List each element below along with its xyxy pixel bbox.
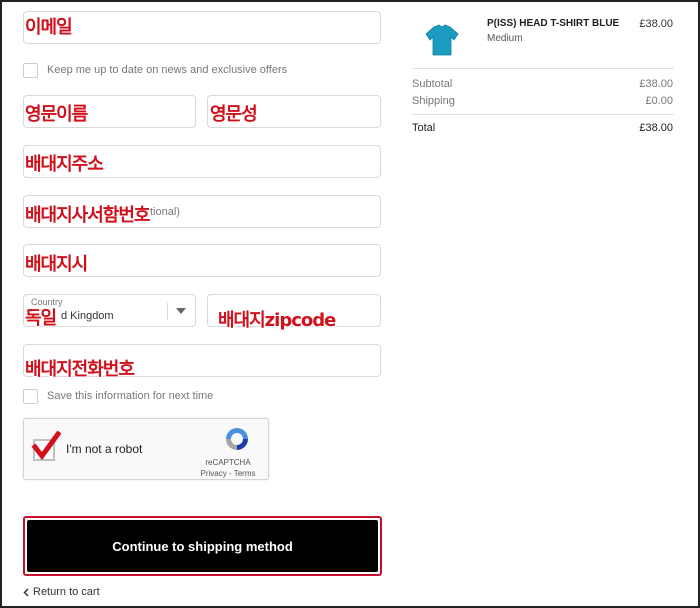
save-info-label: Save this information for next time xyxy=(47,390,214,402)
select-divider xyxy=(167,303,168,320)
apartment-annotation: 배대지사서함번호 xyxy=(25,205,150,226)
product-thumbnail xyxy=(418,17,466,65)
summary-divider-bottom xyxy=(412,114,674,115)
tshirt-icon xyxy=(425,24,459,56)
chevron-down-icon xyxy=(176,308,186,314)
apartment-placeholder: tional) xyxy=(150,206,180,218)
recaptcha-widget: I'm not a robot reCAPTCHA Privacy - Term… xyxy=(23,418,269,480)
return-to-cart-label: Return to cart xyxy=(33,586,100,598)
return-to-cart-link[interactable]: Return to cart xyxy=(23,586,100,598)
product-variant: Medium xyxy=(487,33,523,44)
save-info-checkbox[interactable] xyxy=(23,389,38,404)
email-field[interactable] xyxy=(23,11,381,44)
last-name-annotation: 영문성 xyxy=(210,104,258,125)
newsletter-checkbox[interactable] xyxy=(23,63,38,78)
country-annotation: 독일 xyxy=(25,308,57,329)
recaptcha-brand: reCAPTCHA xyxy=(205,458,251,467)
country-value: d Kingdom xyxy=(61,310,114,322)
product-name: P(ISS) HEAD T-SHIRT BLUE xyxy=(487,18,620,29)
postcode-annotation: 배대지zipcode xyxy=(218,310,336,331)
email-annotation: 이메일 xyxy=(25,17,73,38)
product-price: £38.00 xyxy=(639,18,673,30)
shipping-value: £0.00 xyxy=(645,95,673,107)
shipping-label: Shipping xyxy=(412,95,455,107)
summary-divider-top xyxy=(412,68,674,69)
subtotal-label: Subtotal xyxy=(412,78,453,90)
continue-button[interactable]: Continue to shipping method xyxy=(27,520,378,572)
recaptcha-label: I'm not a robot xyxy=(66,442,143,456)
address-annotation: 배대지주소 xyxy=(25,154,104,175)
first-name-annotation: 영문이름 xyxy=(25,104,88,125)
recaptcha-logo-icon xyxy=(226,428,248,450)
newsletter-label: Keep me up to date on news and exclusive… xyxy=(47,64,288,76)
phone-annotation: 배대지전화번호 xyxy=(25,359,135,380)
recaptcha-links[interactable]: Privacy - Terms xyxy=(198,469,258,478)
subtotal-value: £38.00 xyxy=(639,78,673,90)
city-annotation: 배대지시 xyxy=(25,254,88,275)
total-value: £38.00 xyxy=(639,122,673,134)
red-check-icon[interactable] xyxy=(31,431,61,463)
chevron-left-icon xyxy=(23,587,29,597)
total-label: Total xyxy=(412,122,436,134)
